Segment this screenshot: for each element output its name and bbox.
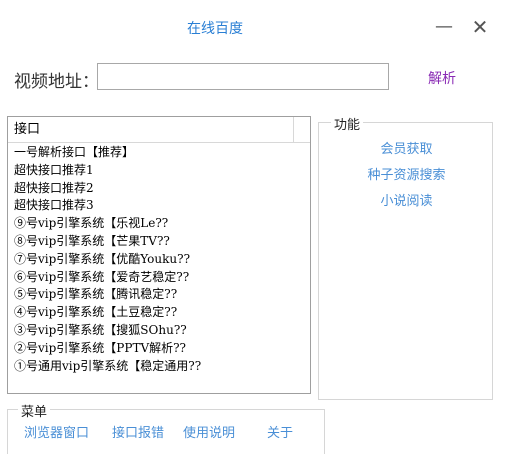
report-error-link[interactable]: 接口报错 bbox=[112, 422, 164, 441]
list-item[interactable]: 超快接口推荐2 bbox=[8, 180, 310, 198]
functions-group: 功能 会员获取 种子资源搜索 小说阅读 bbox=[318, 114, 494, 400]
member-access-link[interactable]: 会员获取 bbox=[319, 138, 494, 157]
browser-window-link[interactable]: 浏览器窗口 bbox=[24, 422, 89, 441]
list-item[interactable]: ④号vip引擎系统【土豆稳定?? bbox=[8, 304, 310, 322]
list-item[interactable]: 超快接口推荐3 bbox=[8, 197, 310, 215]
list-item[interactable]: ①号通用vip引擎系统【稳定通用?? bbox=[8, 358, 310, 376]
menu-legend: 菜单 bbox=[18, 401, 51, 420]
novel-reading-link[interactable]: 小说阅读 bbox=[319, 190, 494, 209]
list-item[interactable]: ⑦号vip引擎系统【优酷Youku?? bbox=[8, 251, 310, 269]
list-item[interactable]: ⑥号vip引擎系统【爱奇艺稳定?? bbox=[8, 269, 310, 287]
close-icon[interactable]: ✕ bbox=[471, 17, 489, 37]
window-title: 在线百度 bbox=[187, 21, 243, 37]
interface-column-header[interactable]: 接口 bbox=[8, 117, 294, 143]
menu-group: 菜单 浏览器窗口 接口报错 使用说明 关于 bbox=[7, 401, 325, 454]
minimize-icon[interactable]: — bbox=[435, 18, 453, 36]
interface-list-body: 一号解析接口【推荐】 超快接口推荐1 超快接口推荐2 超快接口推荐3 ⑨号vip… bbox=[8, 144, 310, 375]
functions-legend: 功能 bbox=[331, 114, 364, 133]
list-item[interactable]: ⑤号vip引擎系统【腾讯稳定?? bbox=[8, 286, 310, 304]
title-bar: 在线百度 — ✕ bbox=[0, 0, 505, 48]
list-item[interactable]: 一号解析接口【推荐】 bbox=[8, 144, 310, 162]
video-url-input[interactable] bbox=[97, 63, 389, 90]
list-item[interactable]: ⑨号vip引擎系统【乐视Le?? bbox=[8, 215, 310, 233]
list-item[interactable]: ②号vip引擎系统【PPTV解析?? bbox=[8, 340, 310, 358]
list-item[interactable]: ③号vip引擎系统【搜狐SOhu?? bbox=[8, 322, 310, 340]
about-link[interactable]: 关于 bbox=[267, 422, 293, 441]
interface-list[interactable]: 接口 一号解析接口【推荐】 超快接口推荐1 超快接口推荐2 超快接口推荐3 ⑨号… bbox=[7, 116, 311, 394]
torrent-search-link[interactable]: 种子资源搜索 bbox=[319, 164, 494, 183]
list-item[interactable]: 超快接口推荐1 bbox=[8, 162, 310, 180]
interface-list-header: 接口 bbox=[8, 117, 310, 143]
parse-button[interactable]: 解析 bbox=[428, 68, 456, 88]
instructions-link[interactable]: 使用说明 bbox=[183, 422, 235, 441]
video-url-label: 视频地址： bbox=[14, 72, 99, 92]
list-item[interactable]: ⑧号vip引擎系统【芒果TV?? bbox=[8, 233, 310, 251]
